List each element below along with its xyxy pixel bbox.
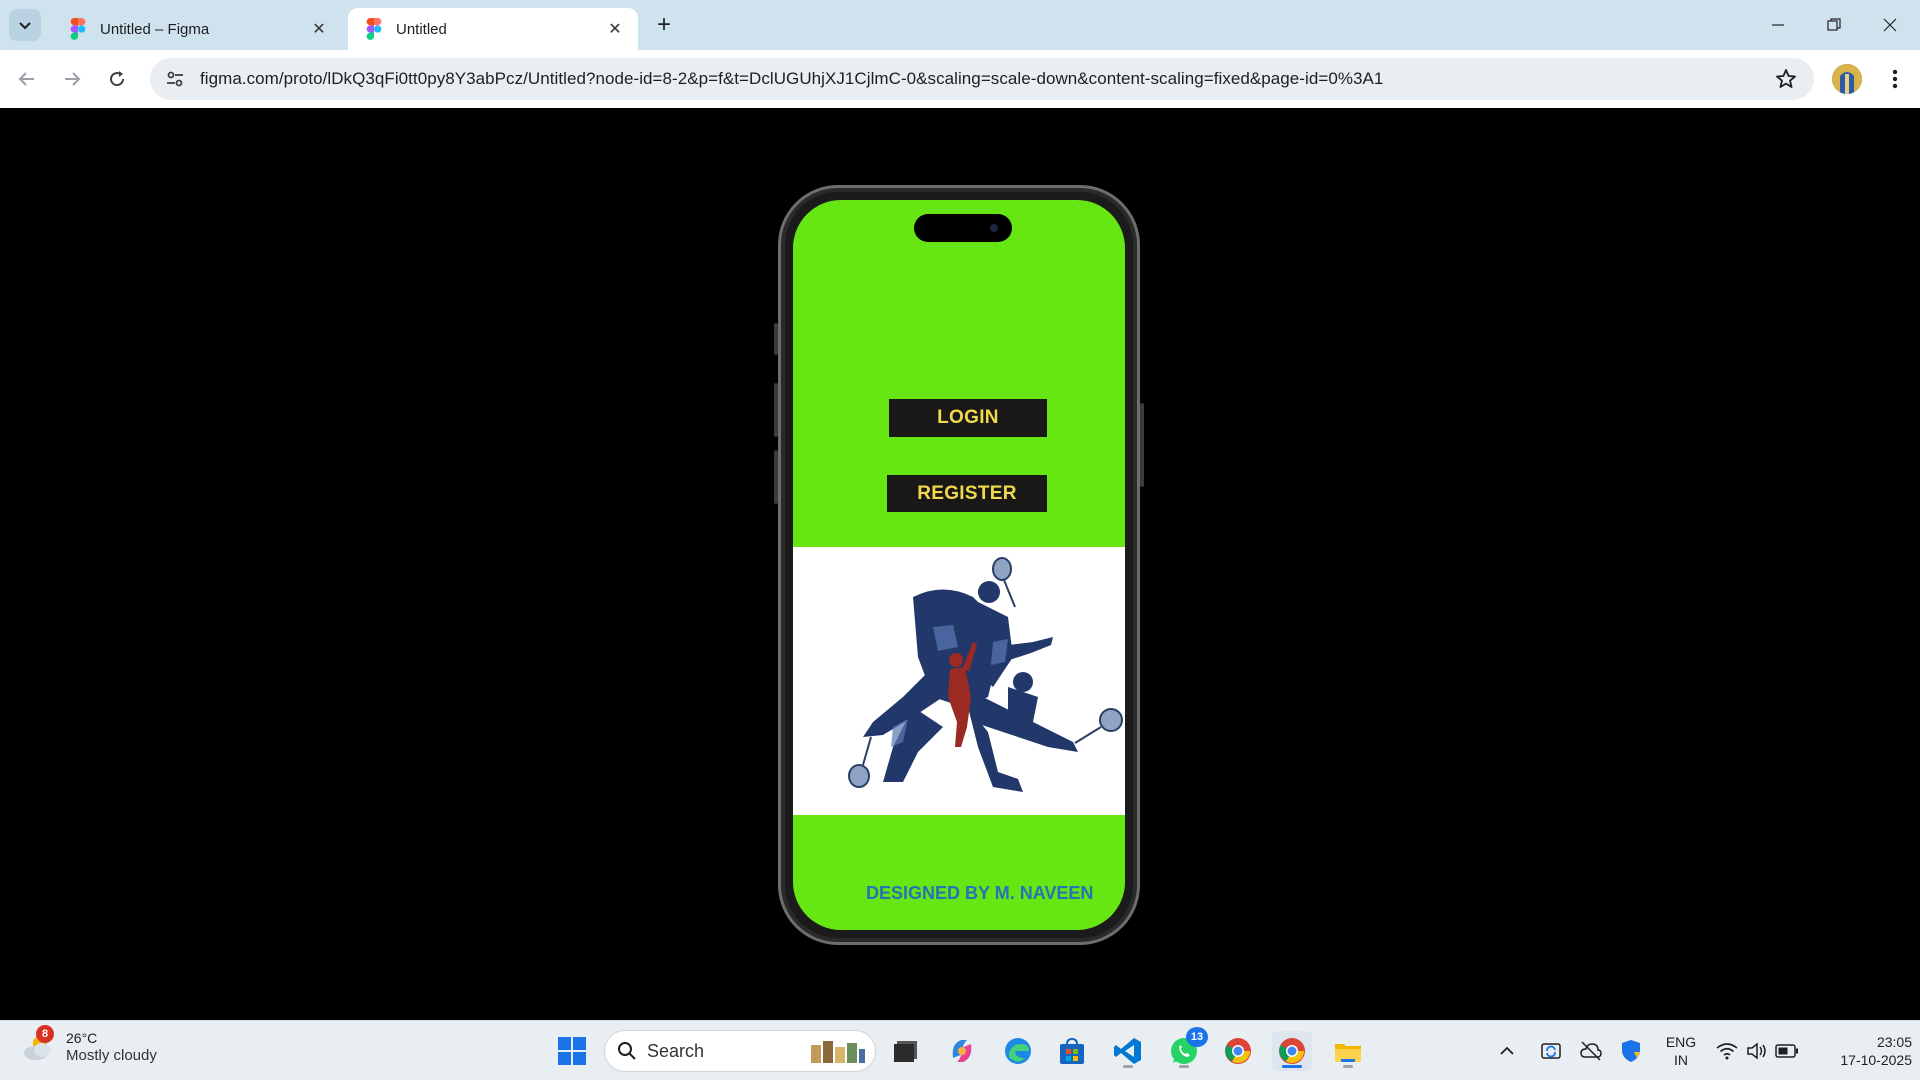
microsoft-store-icon[interactable] [1052,1031,1092,1071]
sync-icon[interactable] [1534,1031,1568,1071]
show-hidden-icons-chevron-icon[interactable] [1492,1031,1522,1071]
dynamic-island [914,214,1012,242]
clock[interactable]: 23:05 17-10-2025 [1812,1033,1912,1069]
tab-title: Untitled [396,20,447,38]
weather-alert-badge: 8 [36,1025,54,1043]
address-bar[interactable]: figma.com/proto/lDkQ3qFi0tt0py8Y3abPcz/U… [150,58,1814,100]
chevron-down-icon [19,22,31,30]
phone-volume-down [774,450,778,504]
file-explorer-icon[interactable] [1328,1031,1368,1071]
clock-time: 23:05 [1876,1034,1912,1050]
search-label: Search [647,1040,705,1061]
figma-icon [366,18,382,40]
browser-toolbar: figma.com/proto/lDkQ3qFi0tt0py8Y3abPcz/U… [0,50,1920,108]
more-menu-icon[interactable] [1880,64,1910,94]
windows-start-icon[interactable] [552,1031,592,1071]
region-code: IN [1674,1052,1688,1068]
restore-icon[interactable] [1806,0,1862,50]
phone-screen: LOGIN REGISTER DESIGNED BY M. NAVEEN [793,200,1125,930]
phone-frame: LOGIN REGISTER DESIGNED BY M. NAVEEN [774,185,1144,945]
copilot-icon[interactable] [942,1031,982,1071]
close-icon[interactable]: ✕ [308,18,330,40]
search-icon [617,1041,637,1061]
weather-condition: Mostly cloudy [66,1047,157,1064]
tab-search-button[interactable] [9,9,41,41]
designer-credit: DESIGNED BY M. NAVEEN [866,883,1094,903]
register-button[interactable]: REGISTER [887,475,1047,512]
phone-power-button [1140,403,1144,487]
edge-browser-icon[interactable] [998,1031,1038,1071]
profile-avatar[interactable] [1832,64,1862,94]
tab-untitled-figma[interactable]: Untitled – Figma ✕ [52,8,342,50]
badminton-players-illustration [793,547,1125,815]
input-language[interactable]: ENG IN [1660,1033,1702,1069]
figma-icon [70,18,86,40]
chrome-active-icon[interactable] [1272,1031,1312,1071]
close-icon[interactable]: ✕ [604,18,626,40]
vscode-icon[interactable] [1108,1031,1148,1071]
taskbar: 8 26°C Mostly cloudy Search 13 ENG IN 23… [0,1020,1920,1080]
cloud-icon: 8 [20,1025,56,1065]
reload-icon[interactable] [100,62,134,96]
clock-date: 17-10-2025 [1840,1052,1912,1068]
chrome-icon[interactable] [1218,1031,1258,1071]
weather-widget[interactable]: 8 26°C Mostly cloudy [20,1025,157,1065]
bookmark-star-icon[interactable] [1774,67,1798,91]
whatsapp-notification-badge: 13 [1186,1027,1208,1047]
phone-action-button [774,323,778,355]
new-tab-plus-icon[interactable]: + [650,11,678,39]
language-code: ENG [1665,1034,1697,1050]
forward-arrow-icon[interactable] [55,62,89,96]
tab-strip: Untitled – Figma ✕ Untitled ✕ + [0,0,1920,50]
whatsapp-icon[interactable]: 13 [1164,1027,1208,1071]
battery-icon[interactable] [1770,1031,1804,1071]
prototype-viewport: LOGIN REGISTER DESIGNED BY M. NAVEEN [0,108,1920,1020]
back-arrow-icon[interactable] [10,62,44,96]
security-shield-icon[interactable] [1614,1031,1648,1071]
window-close-icon[interactable] [1862,0,1918,50]
taskbar-search[interactable]: Search [604,1030,876,1072]
minimize-icon[interactable] [1750,0,1806,50]
search-highlight-icon [809,1037,867,1065]
login-button[interactable]: LOGIN [889,399,1047,437]
site-info-icon[interactable] [154,58,196,100]
task-view-icon[interactable] [886,1031,926,1071]
tab-title: Untitled – Figma [100,20,210,38]
volume-icon[interactable] [1740,1031,1774,1071]
wifi-icon[interactable] [1710,1031,1744,1071]
phone-volume-up [774,383,778,437]
url-text: figma.com/proto/lDkQ3qFi0tt0py8Y3abPcz/U… [200,69,1384,88]
tab-untitled[interactable]: Untitled ✕ [348,8,638,50]
temperature: 26°C [66,1030,98,1046]
cloud-offline-icon[interactable] [1574,1031,1608,1071]
